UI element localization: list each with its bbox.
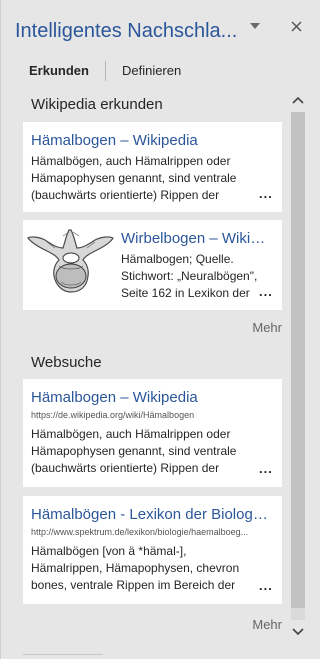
pane-title: Intelligentes Nachschla... — [15, 20, 238, 42]
result-snippet: Hämalbögen [von ä *hämal-], Hämalrippen,… — [31, 544, 240, 592]
results-scrollbar[interactable] — [289, 84, 307, 659]
websearch-section-title: Websuche — [31, 354, 102, 371]
tab-bar: Erkunden Definieren — [15, 56, 197, 86]
wikipedia-result-card[interactable]: Hämalbogen – Wikipedia Hämalbögen, auch … — [23, 122, 282, 212]
chevron-down-icon — [292, 628, 304, 636]
wikipedia-section-title: Wikipedia erkunden — [31, 96, 163, 113]
result-title-link[interactable]: Hämalbogen – Wikipedia — [31, 389, 271, 407]
result-more-button[interactable]: ... — [259, 578, 273, 593]
result-url: http://www.spektrum.de/lexikon/biologie/… — [31, 527, 249, 537]
chevron-down-icon — [250, 23, 260, 29]
close-button[interactable] — [287, 16, 305, 36]
results-area: Wikipedia erkunden Hämalbogen – Wikipedi… — [1, 84, 289, 659]
result-snippet: Hämalbögen, auch Hämalrippen oder Hämapo… — [31, 427, 237, 475]
scroll-down-button[interactable] — [289, 622, 307, 642]
smart-lookup-pane: Intelligentes Nachschla... Erkunden Defi… — [0, 0, 310, 659]
pane-titlebar: Intelligentes Nachschla... — [1, 0, 310, 56]
section-divider — [23, 654, 103, 655]
tab-definieren[interactable]: Definieren — [106, 57, 197, 85]
pane-options-button[interactable] — [247, 16, 263, 36]
websearch-more-link[interactable]: Mehr — [252, 617, 282, 632]
result-url: https://de.wikipedia.org/wiki/Hämalbogen — [31, 410, 195, 420]
scroll-thumb[interactable] — [291, 112, 305, 608]
result-more-button[interactable]: ... — [259, 186, 273, 201]
result-more-button[interactable]: ... — [259, 461, 273, 476]
result-title-link[interactable]: Hämalbogen – Wikipedia — [31, 132, 271, 150]
wikipedia-result-card[interactable]: Wirbelbogen – Wikip... Hämalbogen; Quell… — [23, 220, 282, 310]
web-result-card[interactable]: Hämalbogen – Wikipedia https://de.wikipe… — [23, 379, 282, 487]
scroll-up-button[interactable] — [289, 90, 307, 110]
result-snippet: Hämalbögen, auch Hämalrippen oder Hämapo… — [31, 154, 237, 202]
result-more-button[interactable]: ... — [259, 284, 273, 299]
result-title-link[interactable]: Wirbelbogen – Wikip... — [121, 230, 271, 248]
result-snippet: Hämalbogen; Quelle. Stichwort: „Neuralbö… — [121, 252, 258, 300]
result-title-link[interactable]: Hämalbögen - Lexikon der Biologie... — [31, 506, 271, 524]
chevron-up-icon — [292, 96, 304, 104]
wikipedia-more-link[interactable]: Mehr — [252, 320, 282, 335]
web-result-card[interactable]: Hämalbögen - Lexikon der Biologie... htt… — [23, 496, 282, 604]
close-icon — [290, 20, 302, 32]
tab-erkunden[interactable]: Erkunden — [15, 57, 105, 85]
vertebra-thumbnail — [25, 226, 115, 304]
